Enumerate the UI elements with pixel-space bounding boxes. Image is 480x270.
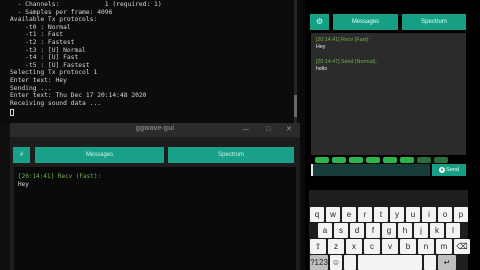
phone-screen: ⚙ Messages Spectrum [20:14:41] Recv (Fas… bbox=[305, 0, 480, 270]
send-button[interactable]: ● Send bbox=[432, 164, 466, 176]
send-icon: ● bbox=[439, 166, 446, 173]
key-u[interactable]: u bbox=[406, 207, 420, 222]
key-a[interactable]: a bbox=[318, 223, 332, 238]
log-message: Hey bbox=[18, 181, 29, 188]
key-f[interactable]: f bbox=[366, 223, 380, 238]
window-title: ggwave-gui bbox=[135, 125, 175, 132]
key-p[interactable]: p bbox=[454, 207, 468, 222]
terminal-output: - Channels: 1 (required: 1) - Samples pe… bbox=[10, 1, 162, 107]
key-w[interactable]: w bbox=[326, 207, 340, 222]
log-header: [20:14:41] Recv (Fast): bbox=[18, 173, 102, 180]
key-d[interactable]: d bbox=[350, 223, 364, 238]
key-b[interactable]: b bbox=[400, 239, 416, 254]
message-input[interactable] bbox=[311, 164, 430, 176]
key-l[interactable]: l bbox=[446, 223, 460, 238]
key-z[interactable]: z bbox=[328, 239, 344, 254]
send-label: Send bbox=[446, 167, 459, 173]
key-space[interactable] bbox=[358, 255, 422, 270]
gui-menu-button[interactable]: # bbox=[13, 147, 30, 163]
gui-tab-bar: # Messages Spectrum bbox=[13, 147, 297, 163]
key-i[interactable]: i bbox=[422, 207, 436, 222]
phone-message-log: [20:14:41] Recv (Fast): Hey [20:14:47] S… bbox=[311, 33, 466, 155]
key-t[interactable]: t bbox=[374, 207, 388, 222]
audio-level-bars bbox=[311, 157, 466, 163]
maximize-icon[interactable]: □ bbox=[266, 125, 270, 134]
key-q[interactable]: q bbox=[310, 207, 324, 222]
key-?123[interactable]: ?123 bbox=[310, 255, 328, 270]
log-header: [20:14:47] Send (Normal): bbox=[316, 59, 377, 65]
tab-spectrum[interactable]: Spectrum bbox=[168, 147, 294, 163]
scrollbar-thumb[interactable] bbox=[294, 95, 297, 117]
log-message: Hey bbox=[316, 44, 326, 50]
key-r[interactable]: r bbox=[358, 207, 372, 222]
key-y[interactable]: y bbox=[390, 207, 404, 222]
key-h[interactable]: h bbox=[398, 223, 412, 238]
settings-icon[interactable]: ⚙ bbox=[310, 14, 329, 30]
minimize-icon[interactable]: — bbox=[242, 125, 249, 134]
key-n[interactable]: n bbox=[418, 239, 434, 254]
log-header: [20:14:41] Recv (Fast): bbox=[316, 37, 370, 43]
key-↵[interactable]: ↵ bbox=[438, 255, 456, 270]
key-j[interactable]: j bbox=[414, 223, 428, 238]
key-⌫[interactable]: ⌫ bbox=[454, 239, 470, 254]
key-c[interactable]: c bbox=[364, 239, 380, 254]
key-blank[interactable] bbox=[424, 255, 436, 270]
key-g[interactable]: g bbox=[382, 223, 396, 238]
key-m[interactable]: m bbox=[436, 239, 452, 254]
key-k[interactable]: k bbox=[430, 223, 444, 238]
terminal-window: - Channels: 1 (required: 1) - Samples pe… bbox=[0, 0, 300, 124]
gui-message-log: [20:14:41] Recv (Fast): Hey bbox=[14, 167, 296, 270]
key-☺[interactable]: ☺ bbox=[330, 255, 342, 270]
key-e[interactable]: e bbox=[342, 207, 356, 222]
phone-tab-bar: ⚙ Messages Spectrum bbox=[310, 14, 466, 31]
key-⇧[interactable]: ⇧ bbox=[310, 239, 326, 254]
key-x[interactable]: x bbox=[346, 239, 362, 254]
close-icon[interactable]: ✕ bbox=[286, 125, 292, 134]
key-blank[interactable] bbox=[344, 255, 356, 270]
ggwave-gui-window: ggwave-gui — □ ✕ # Messages Spectrum [20… bbox=[10, 123, 300, 270]
tab-messages[interactable]: Messages bbox=[35, 147, 164, 163]
key-s[interactable]: s bbox=[334, 223, 348, 238]
phone-tab-messages[interactable]: Messages bbox=[333, 14, 398, 30]
phone-tab-spectrum[interactable]: Spectrum bbox=[402, 14, 466, 30]
key-o[interactable]: o bbox=[438, 207, 452, 222]
key-v[interactable]: v bbox=[382, 239, 398, 254]
on-screen-keyboard: qwertyuiop asdfghjkl ⇧ z x c v b n m ⌫ ?123 ☺ ↵ bbox=[309, 190, 470, 270]
window-titlebar[interactable]: ggwave-gui — □ ✕ bbox=[10, 123, 300, 137]
terminal-scrollbar[interactable] bbox=[294, 0, 297, 124]
terminal-cursor bbox=[10, 109, 14, 116]
log-message: hello bbox=[316, 66, 328, 72]
